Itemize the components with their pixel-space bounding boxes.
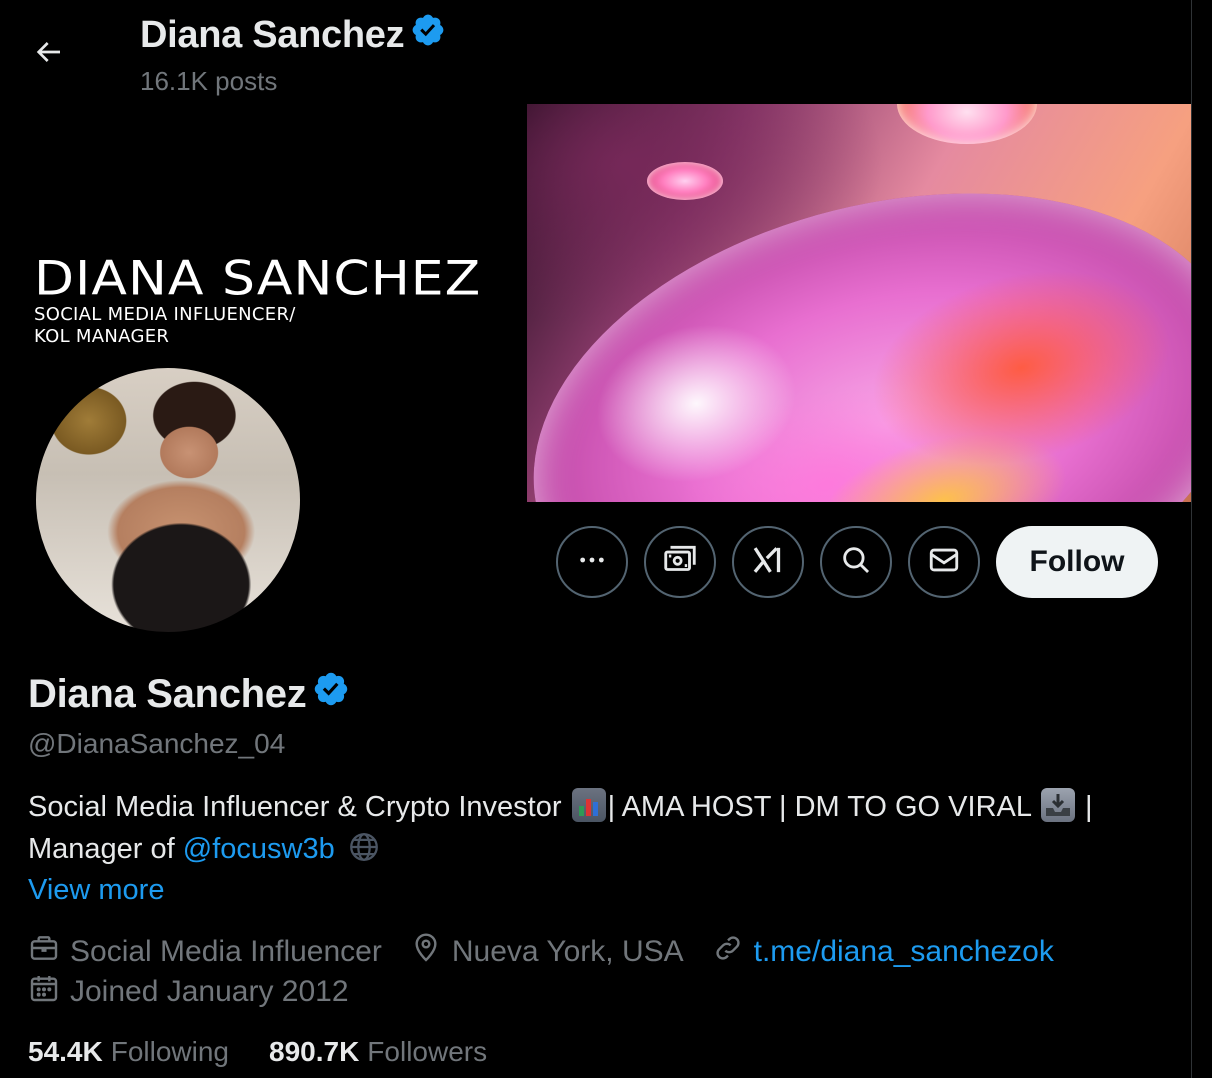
profile-actions: Follow (556, 526, 1158, 598)
website-link[interactable]: t.me/diana_sanchezok (754, 935, 1054, 969)
banner-bubble-artwork (527, 104, 1191, 502)
joined-text: Joined January 2012 (70, 975, 349, 1008)
column-divider (1191, 0, 1192, 1078)
verified-badge-icon (410, 12, 446, 58)
header-title: Diana Sanchez (140, 12, 446, 58)
header-post-count: 16.1K posts (140, 66, 278, 96)
followers-stat[interactable]: 890.7K Followers (269, 1036, 487, 1068)
follow-button[interactable]: Follow (996, 526, 1158, 598)
bar-chart-emoji-icon (571, 788, 606, 822)
joined-item: Joined January 2012 (28, 972, 349, 1012)
followers-count: 890.7K (269, 1036, 360, 1067)
following-count: 54.4K (28, 1036, 103, 1067)
banner-subtitle-line1: SOCIAL MEDIA INFLUENCER/ (34, 304, 296, 325)
banner-bubble-top (897, 104, 1037, 144)
location-text: Nueva York, USA (451, 935, 684, 968)
followers-label: Followers (367, 1036, 488, 1067)
bio-text-3: | (1076, 791, 1093, 823)
follow-stats: 54.4K Following 890.7K Followers (28, 1036, 487, 1068)
globe-emoji-icon (347, 830, 381, 864)
website-item: t.me/diana_sanchezok (712, 932, 1054, 972)
banner-title: DIANA SANCHEZ (34, 252, 482, 306)
more-button[interactable] (556, 526, 628, 598)
profile-meta-row: Social Media Influencer Nueva York, USA … (28, 932, 1082, 972)
back-button[interactable] (22, 28, 74, 80)
message-button[interactable] (908, 526, 980, 598)
bio-text-4: Manager of (28, 833, 183, 865)
following-stat[interactable]: 54.4K Following (28, 1036, 229, 1068)
profession-text: Social Media Influencer (70, 935, 382, 968)
arrow-left-icon (32, 36, 64, 73)
inbox-tray-emoji-icon (1040, 788, 1075, 822)
search-icon (839, 543, 873, 582)
profession-item: Social Media Influencer (28, 932, 382, 972)
verified-badge-icon[interactable] (312, 670, 350, 718)
money-icon (661, 541, 699, 584)
header-name-text: Diana Sanchez (140, 13, 405, 56)
profile-name: Diana Sanchez (28, 670, 350, 718)
bio-mention-link[interactable]: @focusw3b (183, 833, 335, 865)
location-pin-icon (410, 932, 442, 972)
view-more-link[interactable]: View more (28, 874, 164, 907)
profile-name-text: Diana Sanchez (28, 671, 307, 716)
profile-header-bar: Diana Sanchez 16.1K posts (0, 0, 1191, 104)
tip-button[interactable] (644, 526, 716, 598)
bio-text-1: Social Media Influencer & Crypto Investo… (28, 791, 570, 823)
bio-text-2: | AMA HOST | DM TO GO VIRAL (607, 791, 1039, 823)
calendar-icon (28, 972, 60, 1012)
banner-bubble-large (527, 123, 1191, 502)
banner-subtitle-line2: KOL MANAGER (34, 326, 170, 347)
banner-bubble-small (647, 162, 723, 200)
location-item: Nueva York, USA (410, 932, 684, 972)
more-dots-icon (576, 544, 608, 581)
banner-subtitle: SOCIAL MEDIA INFLUENCER/ KOL MANAGER (34, 304, 296, 348)
search-profile-button[interactable] (820, 526, 892, 598)
profile-handle: @DianaSanchez_04 (28, 728, 286, 759)
profile-bio: Social Media Influencer & Crypto Investo… (28, 786, 1178, 870)
grok-button[interactable] (732, 526, 804, 598)
following-label: Following (110, 1036, 229, 1067)
link-icon (712, 932, 744, 972)
profile-avatar[interactable] (32, 364, 304, 636)
grok-icon (750, 542, 786, 583)
envelope-icon (927, 543, 961, 582)
briefcase-icon (28, 932, 60, 972)
